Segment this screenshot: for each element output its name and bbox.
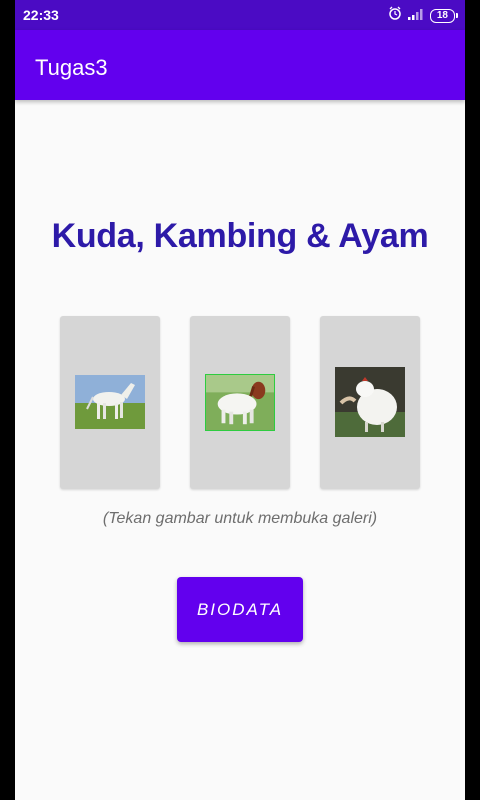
horse-photo [75, 375, 145, 429]
chicken-image-card[interactable] [320, 316, 420, 489]
status-icons: 18 [388, 6, 459, 25]
gallery-hint: (Tekan gambar untuk membuka galeri) [102, 510, 378, 527]
page-heading: Kuda, Kambing & Ayam [51, 217, 429, 255]
app-bar: Tugas3 [15, 30, 465, 100]
status-time: 22:33 [23, 7, 59, 23]
signal-icon [407, 7, 424, 25]
battery-icon: 18 [429, 8, 459, 23]
chicken-photo [335, 367, 405, 437]
app-screen: 22:33 18 Tugas3 Kuda, Kambing & Ayam (Te… [15, 0, 465, 800]
goat-photo [205, 374, 275, 431]
alarm-icon [388, 6, 402, 25]
goat-image-card[interactable] [190, 316, 290, 489]
status-bar: 22:33 18 [15, 0, 465, 30]
biodata-button[interactable]: BIODATA [177, 577, 303, 642]
app-title: Tugas3 [35, 55, 108, 80]
main-content: Kuda, Kambing & Ayam (Tekan gambar untuk… [15, 100, 465, 800]
horse-image-card[interactable] [60, 316, 160, 489]
